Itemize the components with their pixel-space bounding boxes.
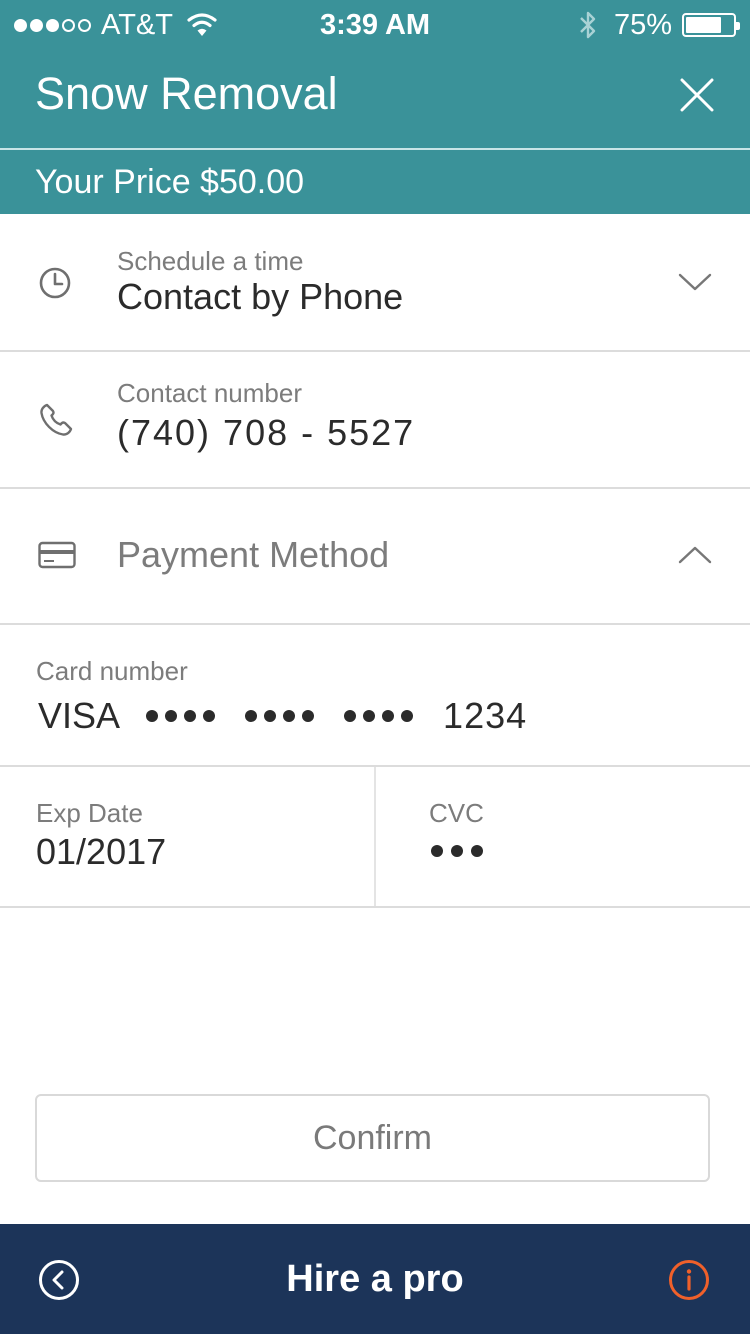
expiry-cvc-row: Exp Date 01/2017 CVC xyxy=(0,767,750,908)
screen: AT&T 3:39 AM 75% Snow Removal Your Price… xyxy=(0,0,750,1334)
exp-date-value: 01/2017 xyxy=(36,831,167,872)
schedule-label: Schedule a time xyxy=(117,246,304,276)
status-bar: AT&T 3:39 AM 75% xyxy=(0,0,750,50)
exp-date-field[interactable]: Exp Date 01/2017 xyxy=(0,767,374,906)
battery-percent: 75% xyxy=(613,9,672,41)
phone-icon xyxy=(40,403,73,436)
battery-cap xyxy=(736,22,740,30)
card-last4: 1234 xyxy=(443,695,528,736)
bottom-title: Hire a pro xyxy=(286,1258,464,1300)
payment-method-row[interactable]: Payment Method xyxy=(0,489,750,625)
card-number-value: VISA 1234 xyxy=(38,695,527,737)
clock-icon xyxy=(39,267,71,299)
cvc-label: CVC xyxy=(429,798,484,828)
exp-date-label: Exp Date xyxy=(36,798,143,828)
battery-fill xyxy=(686,17,721,33)
schedule-value: Contact by Phone xyxy=(117,276,404,317)
contact-row[interactable]: Contact number (740) 708 - 5527 xyxy=(0,352,750,489)
bottom-bar: Hire a pro xyxy=(0,1224,750,1334)
masked-digits xyxy=(344,710,414,722)
payment-method-title: Payment Method xyxy=(117,534,390,575)
card-brand: VISA xyxy=(38,695,121,736)
cvc-masked-value xyxy=(431,845,483,857)
chevron-down-icon[interactable] xyxy=(678,272,712,292)
contact-value[interactable]: (740) 708 - 5527 xyxy=(117,412,415,454)
cvc-field[interactable]: CVC xyxy=(376,767,750,906)
bluetooth-icon xyxy=(580,11,596,39)
header: AT&T 3:39 AM 75% Snow Removal xyxy=(0,0,750,148)
price-bar: Your Price $50.00 xyxy=(0,148,750,214)
contact-label: Contact number xyxy=(117,378,302,408)
status-right: 75% xyxy=(578,8,740,42)
price-text: Your Price $50.00 xyxy=(35,163,305,201)
info-icon[interactable] xyxy=(668,1259,710,1301)
card-number-label: Card number xyxy=(36,656,188,686)
confirm-button[interactable]: Confirm xyxy=(35,1094,710,1182)
credit-card-icon xyxy=(38,541,76,569)
battery-icon xyxy=(682,13,740,37)
page-title: Snow Removal xyxy=(35,68,338,119)
masked-digits xyxy=(245,710,315,722)
masked-digits xyxy=(146,710,216,722)
schedule-row[interactable]: Schedule a time Contact by Phone xyxy=(0,214,750,352)
close-icon[interactable] xyxy=(680,78,714,112)
card-number-field[interactable]: Card number VISA 1234 xyxy=(0,625,750,767)
chevron-up-icon[interactable] xyxy=(678,545,712,565)
